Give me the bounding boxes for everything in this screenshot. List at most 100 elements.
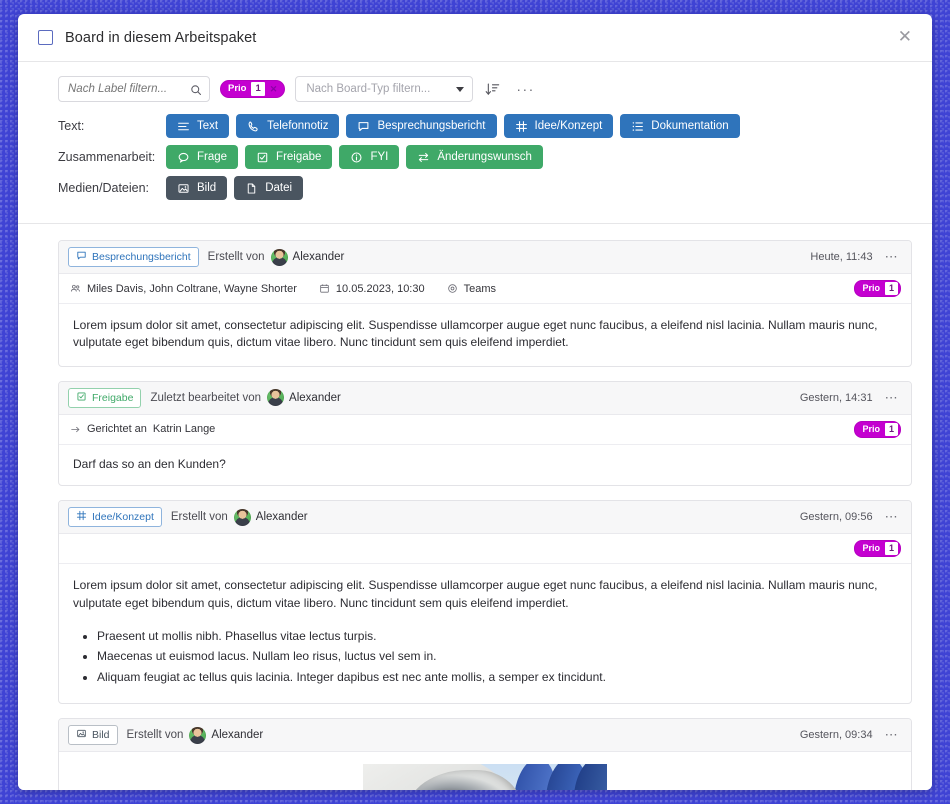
board-card-feed: Besprechungsbericht Erstellt von Alexand… bbox=[18, 224, 932, 790]
type-pill-idee-konzept[interactable]: Idee/Konzept bbox=[504, 114, 614, 138]
status-badge[interactable]: Prio 1 bbox=[854, 540, 901, 557]
speech-bubble-icon bbox=[357, 120, 370, 133]
speech-bubble-icon bbox=[76, 250, 87, 264]
more-options-icon[interactable]: ⋯ bbox=[885, 253, 901, 261]
card-type-badge[interactable]: Bild bbox=[68, 725, 118, 745]
dialog-titlebar: Board in diesem Arbeitspaket ✕ bbox=[18, 14, 932, 62]
type-pill-label: Idee/Konzept bbox=[535, 120, 603, 132]
type-pill-datei[interactable]: Datei bbox=[234, 176, 303, 200]
type-pill-dokumentation[interactable]: Dokumentation bbox=[620, 114, 739, 138]
prio-count: 1 bbox=[885, 542, 898, 555]
card-subheader-right: Prio 1 bbox=[854, 280, 901, 297]
people-icon bbox=[70, 283, 81, 294]
board-type-filter-select[interactable]: Nach Board-Typ filtern... bbox=[295, 76, 473, 102]
board-card[interactable]: Besprechungsbericht Erstellt von Alexand… bbox=[58, 240, 912, 367]
card-meta-prefix: Erstellt von bbox=[171, 511, 228, 523]
prio-count: 1 bbox=[885, 282, 898, 295]
board-checkbox[interactable] bbox=[38, 30, 53, 45]
card-body-text: Lorem ipsum dolor sit amet, consectetur … bbox=[73, 317, 896, 352]
type-pill-text[interactable]: Text bbox=[166, 114, 229, 138]
more-options-icon[interactable]: ⋯ bbox=[885, 394, 901, 402]
card-subheader-right: Prio 1 bbox=[854, 421, 901, 438]
board-card[interactable]: Bild Erstellt von Alexander Gestern, 09:… bbox=[58, 718, 912, 790]
type-pill-bild[interactable]: Bild bbox=[166, 176, 227, 200]
lines-icon bbox=[177, 120, 190, 133]
card-meta-prefix: Erstellt von bbox=[208, 251, 265, 263]
prio-chip-count: 1 bbox=[251, 82, 264, 96]
card-type-badge[interactable]: Freigabe bbox=[68, 388, 141, 408]
card-date-text: 10.05.2023, 10:30 bbox=[336, 283, 425, 295]
type-pill-label: Besprechungsbericht bbox=[377, 120, 485, 132]
card-image-area bbox=[59, 752, 911, 790]
card-type-badge[interactable]: Besprechungsbericht bbox=[68, 247, 199, 267]
card-type-badge[interactable]: Idee/Konzept bbox=[68, 507, 162, 527]
aircraft-engine-photo[interactable] bbox=[363, 764, 607, 790]
label-filter-field[interactable] bbox=[58, 76, 210, 102]
card-directed-name: Katrin Lange bbox=[153, 423, 215, 435]
card-directed-label: Gerichtet an bbox=[87, 423, 147, 435]
search-icon bbox=[190, 83, 202, 95]
card-author: Alexander bbox=[211, 729, 263, 741]
prio-chip-label: Prio bbox=[221, 81, 251, 97]
card-header: Freigabe Zuletzt bearbeitet von Alexande… bbox=[59, 382, 911, 415]
type-pill-besprechungsbericht[interactable]: Besprechungsbericht bbox=[346, 114, 496, 138]
list-icon bbox=[631, 120, 644, 133]
list-item: Maecenas ut euismod lacus. Nullam leo ri… bbox=[97, 648, 896, 665]
list-item: Aliquam feugiat ac tellus quis lacinia. … bbox=[97, 669, 896, 686]
card-type-label: Idee/Konzept bbox=[92, 511, 154, 523]
card-date: 10.05.2023, 10:30 bbox=[319, 283, 425, 295]
type-filter-row-label: Medien/Dateien: bbox=[58, 181, 166, 195]
board-type-placeholder: Nach Board-Typ filtern... bbox=[306, 83, 430, 95]
board-card[interactable]: Idee/Konzept Erstellt von Alexander Gest… bbox=[58, 500, 912, 704]
more-options-icon[interactable]: ⋯ bbox=[885, 513, 901, 521]
type-filter-row-text: Text: Text Telefonnotiz bbox=[58, 114, 912, 138]
card-author: Alexander bbox=[256, 511, 308, 523]
image-icon bbox=[177, 182, 190, 195]
card-author: Alexander bbox=[289, 392, 341, 404]
card-header-right: Gestern, 14:31 ⋯ bbox=[800, 392, 901, 404]
chevron-down-icon bbox=[456, 87, 464, 92]
card-meta-prefix: Zuletzt bearbeitet von bbox=[150, 392, 261, 404]
card-body: Lorem ipsum dolor sit amet, consectetur … bbox=[59, 564, 911, 703]
type-pill-freigabe[interactable]: Freigabe bbox=[245, 145, 332, 169]
avatar bbox=[267, 389, 284, 406]
more-options-icon[interactable]: ⋯ bbox=[885, 731, 901, 739]
prio-chip-remove-icon[interactable]: ✕ bbox=[265, 81, 284, 97]
card-subheader: Miles Davis, John Coltrane, Wayne Shorte… bbox=[59, 274, 911, 304]
card-type-label: Freigabe bbox=[92, 392, 133, 404]
status-badge[interactable]: Prio 1 bbox=[854, 421, 901, 438]
hash-icon bbox=[515, 120, 528, 133]
type-pill-telefonnotiz[interactable]: Telefonnotiz bbox=[236, 114, 339, 138]
close-icon[interactable]: ✕ bbox=[892, 25, 918, 50]
card-participants-text: Miles Davis, John Coltrane, Wayne Shorte… bbox=[87, 283, 297, 295]
status-badge[interactable]: Prio 1 bbox=[854, 280, 901, 297]
card-directed-to: Gerichtet an Katrin Lange bbox=[70, 423, 215, 435]
page-title: Board in diesem Arbeitspaket bbox=[65, 30, 256, 46]
card-timestamp: Heute, 11:43 bbox=[810, 251, 872, 263]
file-icon bbox=[245, 182, 258, 195]
image-icon bbox=[76, 728, 87, 742]
type-filter-row-label: Text: bbox=[58, 119, 166, 133]
card-header-right: Gestern, 09:34 ⋯ bbox=[800, 729, 901, 741]
prio-label: Prio bbox=[855, 541, 885, 556]
prio-filter-chip[interactable]: Prio 1 ✕ bbox=[220, 80, 285, 98]
card-meta-prefix: Erstellt von bbox=[127, 729, 184, 741]
search-input[interactable] bbox=[59, 77, 209, 101]
type-pill-fyi[interactable]: FYI bbox=[339, 145, 399, 169]
card-subheader: Gerichtet an Katrin Lange Prio 1 bbox=[59, 415, 911, 445]
board-card[interactable]: Freigabe Zuletzt bearbeitet von Alexande… bbox=[58, 381, 912, 486]
prio-label: Prio bbox=[855, 281, 885, 296]
phone-icon bbox=[247, 120, 260, 133]
card-bullet-list: Praesent ut mollis nibh. Phasellus vitae… bbox=[73, 628, 896, 686]
card-subheader-right: Prio 1 bbox=[854, 540, 901, 557]
avatar bbox=[271, 249, 288, 266]
card-body: Lorem ipsum dolor sit amet, consectetur … bbox=[59, 304, 911, 366]
sort-descending-icon[interactable] bbox=[483, 80, 502, 99]
card-header: Idee/Konzept Erstellt von Alexander Gest… bbox=[59, 501, 911, 534]
more-options-icon[interactable]: ··· bbox=[512, 84, 539, 94]
type-pill-label: Telefonnotiz bbox=[267, 120, 328, 132]
swap-arrows-icon bbox=[417, 151, 430, 164]
type-pill-aenderungswunsch[interactable]: Änderungswunsch bbox=[406, 145, 543, 169]
type-pill-frage[interactable]: Frage bbox=[166, 145, 238, 169]
hash-icon bbox=[76, 510, 87, 524]
